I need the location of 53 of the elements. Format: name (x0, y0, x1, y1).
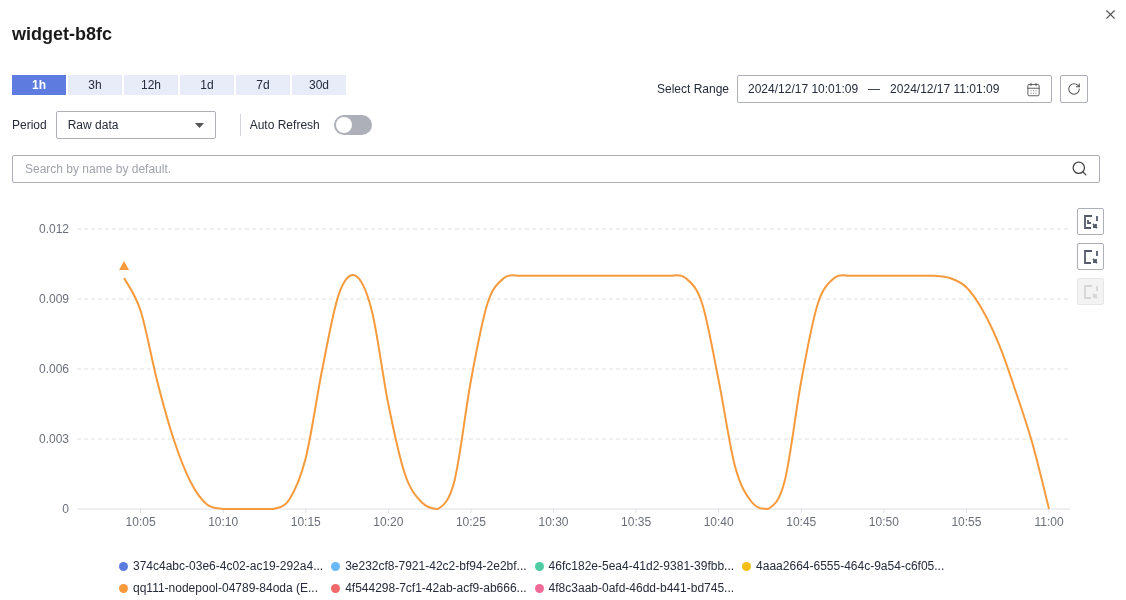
calendar-icon (1026, 81, 1041, 97)
range-start-text: 2024/12/17 10:01:09 (748, 81, 859, 98)
x-axis-label: 11:00 (1034, 515, 1064, 529)
period-dropdown[interactable]: Raw data (55, 111, 216, 139)
search-field[interactable]: Search by name by default. (12, 155, 1100, 183)
y-axis-label: 0.003 (38, 432, 69, 446)
range-label: Select Range (656, 81, 729, 98)
x-axis-label: 10:35 (621, 515, 652, 529)
refresh-button[interactable] (1060, 75, 1088, 103)
legend-label[interactable]: 3e232cf8-7921-42c2-bf94-2e2bf... (345, 557, 527, 575)
time-range-tab[interactable]: 7d (236, 75, 290, 95)
x-axis-label: 10:20 (373, 515, 404, 529)
range-separator: — (868, 81, 881, 98)
auto-refresh-toggle[interactable] (333, 115, 372, 135)
x-axis-label: 10:55 (951, 515, 982, 529)
triangle-marker-icon (119, 261, 130, 270)
zoom-in-button[interactable] (1077, 208, 1104, 235)
x-axis-label: 10:10 (208, 515, 239, 529)
time-range-tab[interactable]: 1d (180, 75, 234, 95)
time-range-tab[interactable]: 1h (12, 75, 66, 95)
legend-label[interactable]: 4f544298-7cf1-42ab-acf9-ab666... (345, 579, 527, 597)
legend-label[interactable]: qq111-nodepool-04789-84oda (E... (133, 579, 319, 597)
x-axis-label: 10:15 (290, 515, 321, 529)
dropdown-caret-icon (194, 122, 204, 128)
frame-icon (1082, 283, 1099, 300)
legend-label[interactable]: 374c4abc-03e6-4c02-ac19-292a4... (133, 557, 324, 575)
legend-label[interactable]: 4aaa2664-6555-464c-9a54-c6f05... (756, 557, 945, 575)
y-axis-label: 0.009 (38, 292, 69, 306)
y-axis-label: 0.006 (38, 362, 69, 376)
date-range-field[interactable]: 2024/12/17 10:01:09 — 2024/12/17 11:01:09 (737, 75, 1052, 103)
x-axis-label: 10:45 (786, 515, 817, 529)
box-select-button[interactable] (1077, 243, 1104, 270)
close-icon (1103, 7, 1118, 22)
x-axis-label: 10:40 (703, 515, 734, 529)
y-axis-label: 0 (62, 502, 69, 516)
time-range-tab[interactable]: 30d (292, 75, 346, 95)
selection-frame-icon (1082, 213, 1099, 230)
x-axis-label: 10:25 (455, 515, 486, 529)
y-axis-label: 0.012 (38, 222, 69, 236)
period-label: Period (12, 117, 47, 134)
x-axis-label: 10:50 (868, 515, 899, 529)
refresh-icon (1067, 82, 1081, 96)
auto-refresh-label: Auto Refresh (249, 117, 320, 134)
legend-label[interactable]: 46fc182e-5ea4-41d2-9381-39fbb... (548, 557, 735, 575)
dialog-title: widget-b8fc (12, 23, 113, 46)
x-axis-label: 10:30 (538, 515, 569, 529)
time-range-tab[interactable]: 12h (124, 75, 178, 95)
legend-label[interactable]: 4f8c3aab-0afd-46dd-b441-bd745... (548, 579, 735, 597)
x-axis-label: 10:05 (125, 515, 156, 529)
range-end-text: 2024/12/17 11:01:09 (890, 81, 1000, 98)
selection-frame-icon (1082, 248, 1099, 265)
search-icon (1071, 160, 1088, 177)
time-range-tab[interactable]: 3h (68, 75, 122, 95)
